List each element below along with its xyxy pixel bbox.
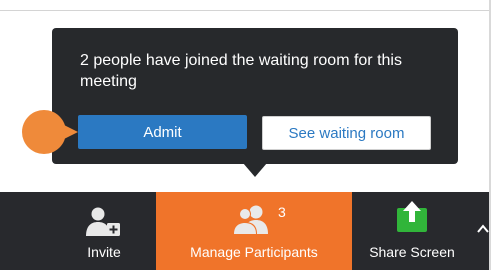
see-waiting-room-button[interactable]: See waiting room	[262, 116, 431, 150]
share-screen-label: Share Screen	[369, 244, 455, 260]
invite-label: Invite	[87, 244, 121, 260]
participant-count-badge: 3	[278, 204, 286, 220]
share-screen-button[interactable]: Share Screen	[354, 192, 470, 270]
divider	[0, 10, 489, 11]
manage-participants-button[interactable]: 3 Manage Participants	[156, 192, 352, 270]
chevron-up-icon[interactable]	[476, 222, 490, 236]
invite-button[interactable]: Invite	[64, 192, 144, 270]
participants-icon	[233, 205, 268, 234]
share-screen-icon	[397, 201, 427, 232]
manage-participants-label: Manage Participants	[190, 244, 318, 260]
meeting-toolbar: Invite 3 Manage Participants Share Scree…	[0, 192, 489, 270]
notification-message: 2 people have joined the waiting room fo…	[80, 52, 402, 90]
add-user-icon	[86, 207, 120, 236]
notification-caret	[243, 163, 267, 177]
admit-button[interactable]: Admit	[78, 115, 247, 149]
pointer-arrow-icon	[22, 110, 78, 154]
